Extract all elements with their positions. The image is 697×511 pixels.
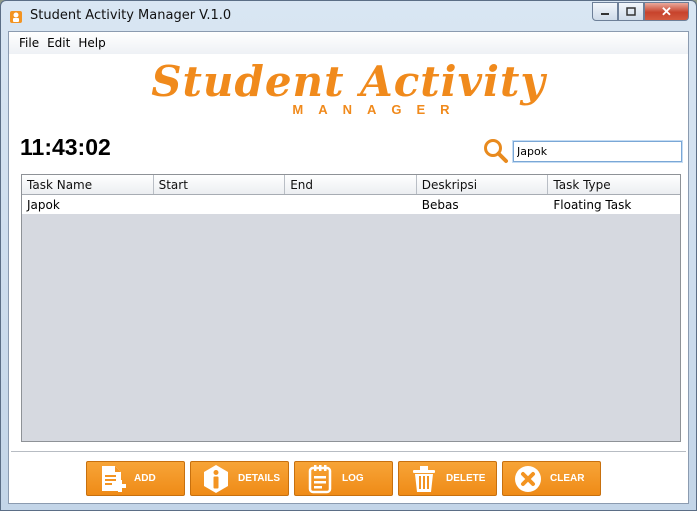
maximize-button[interactable] — [618, 2, 644, 21]
cell-task-type: Floating Task — [553, 198, 632, 212]
task-table[interactable]: Task Name Start End Deskripsi Task Type … — [21, 174, 681, 442]
menu-bar: File Edit Help — [9, 32, 688, 54]
menu-edit[interactable]: Edit — [43, 36, 74, 50]
action-toolbar: ADD DETAILS LOG DELETE CLEAR — [86, 461, 601, 496]
minimize-icon — [601, 12, 609, 15]
close-button[interactable]: ✕ — [644, 2, 689, 21]
menu-help[interactable]: Help — [74, 36, 109, 50]
window-title: Student Activity Manager V.1.0 — [30, 8, 232, 23]
info-icon — [204, 464, 228, 493]
add-document-icon — [102, 465, 126, 492]
cell-task-name: Japok — [27, 198, 60, 212]
column-header-start[interactable]: Start — [154, 175, 286, 194]
trash-icon — [413, 465, 435, 492]
maximize-icon — [626, 7, 636, 16]
cell-deskripsi: Bebas — [421, 198, 459, 212]
main-panel: Student Activity MANAGER 11:43:02 Task N… — [9, 54, 688, 503]
search-input[interactable] — [513, 141, 682, 162]
clear-x-icon — [515, 465, 541, 492]
client-area: File Edit Help Student Activity MANAGER … — [8, 31, 689, 504]
window-controls: ✕ — [592, 2, 689, 21]
clear-button[interactable]: CLEAR — [502, 461, 601, 496]
clear-label: CLEAR — [550, 473, 585, 484]
column-header-task-type[interactable]: Task Type — [548, 175, 680, 194]
details-label: DETAILS — [238, 473, 281, 484]
search-icon[interactable] — [483, 138, 509, 164]
column-header-deskripsi[interactable]: Deskripsi — [417, 175, 549, 194]
details-button[interactable]: DETAILS — [190, 461, 289, 496]
table-header: Task Name Start End Deskripsi Task Type — [22, 175, 680, 195]
logo-title: Student Activity — [151, 57, 546, 106]
cell-start — [154, 195, 286, 214]
app-icon — [10, 11, 22, 23]
close-icon: ✕ — [661, 3, 672, 19]
clock-display: 11:43:02 — [20, 134, 111, 160]
cell-end — [285, 195, 417, 214]
log-label: LOG — [342, 473, 364, 484]
divider — [11, 451, 686, 452]
log-button[interactable]: LOG — [294, 461, 393, 496]
delete-button[interactable]: DELETE — [398, 461, 497, 496]
table-row[interactable]: Japok Bebas Floating Task — [22, 195, 680, 214]
menu-file[interactable]: File — [11, 36, 43, 50]
add-button[interactable]: ADD — [86, 461, 185, 496]
title-bar[interactable]: Student Activity Manager V.1.0 ✕ — [1, 1, 696, 31]
column-header-task-name[interactable]: Task Name — [22, 175, 154, 194]
add-label: ADD — [134, 473, 156, 484]
notepad-icon — [308, 464, 332, 493]
delete-label: DELETE — [446, 473, 486, 484]
app-logo: Student Activity MANAGER — [9, 57, 688, 118]
logo-subtitle: MANAGER — [292, 102, 465, 117]
column-header-end[interactable]: End — [285, 175, 417, 194]
app-window: Student Activity Manager V.1.0 ✕ File Ed… — [0, 0, 697, 511]
minimize-button[interactable] — [592, 2, 618, 21]
